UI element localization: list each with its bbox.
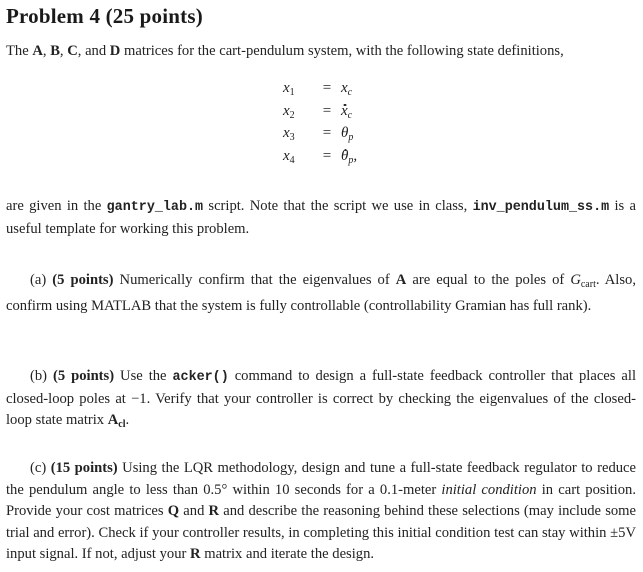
matrix-A: A — [32, 43, 43, 59]
matrix-B: B — [50, 43, 60, 59]
problem-page: Problem 4 (25 points) The A, B, C, and D… — [0, 0, 643, 572]
time-derivative-dot: x — [341, 102, 348, 119]
intro-paragraph: The A, B, C, and D matrices for the cart… — [6, 43, 564, 59]
state-definition-row: x3 = θp — [283, 125, 354, 143]
time-derivative-dot: θ — [341, 147, 349, 164]
part-c-paragraph: (c) (15 points) Using the LQR methodolog… — [6, 460, 636, 562]
part-c-label: (c) — [30, 460, 51, 476]
part-a-label: (a) — [30, 272, 53, 288]
script-name-inv-pendulum: inv_pendulum_ss.m — [472, 200, 610, 215]
problem-title: Problem 4 (25 points) — [6, 4, 203, 28]
matrix-C: C — [67, 43, 78, 59]
state-definitions: x1 = xc x2 = xc x3 = θp x4 = θp, — [283, 80, 357, 170]
matrix-D: D — [109, 43, 121, 59]
state-definition-row: x1 = xc — [283, 80, 353, 98]
part-a-points: (5 points) — [52, 272, 114, 288]
state-definition-row: x2 = xc — [283, 102, 353, 121]
acker-command: acker() — [172, 370, 229, 385]
part-b-label: (b) — [30, 368, 53, 384]
part-b-paragraph: (b) (5 points) Use the acker() command t… — [6, 368, 636, 430]
state-definition-row: x4 = θp, — [283, 147, 358, 166]
scripts-paragraph: are given in the gantry_lab.m script. No… — [6, 198, 636, 237]
script-name-gantry-lab: gantry_lab.m — [106, 200, 204, 215]
part-a-paragraph: (a) (5 points) Numerically confirm that … — [6, 272, 636, 314]
part-b-points: (5 points) — [52, 368, 115, 384]
part-c-points: (15 points) — [50, 460, 118, 476]
